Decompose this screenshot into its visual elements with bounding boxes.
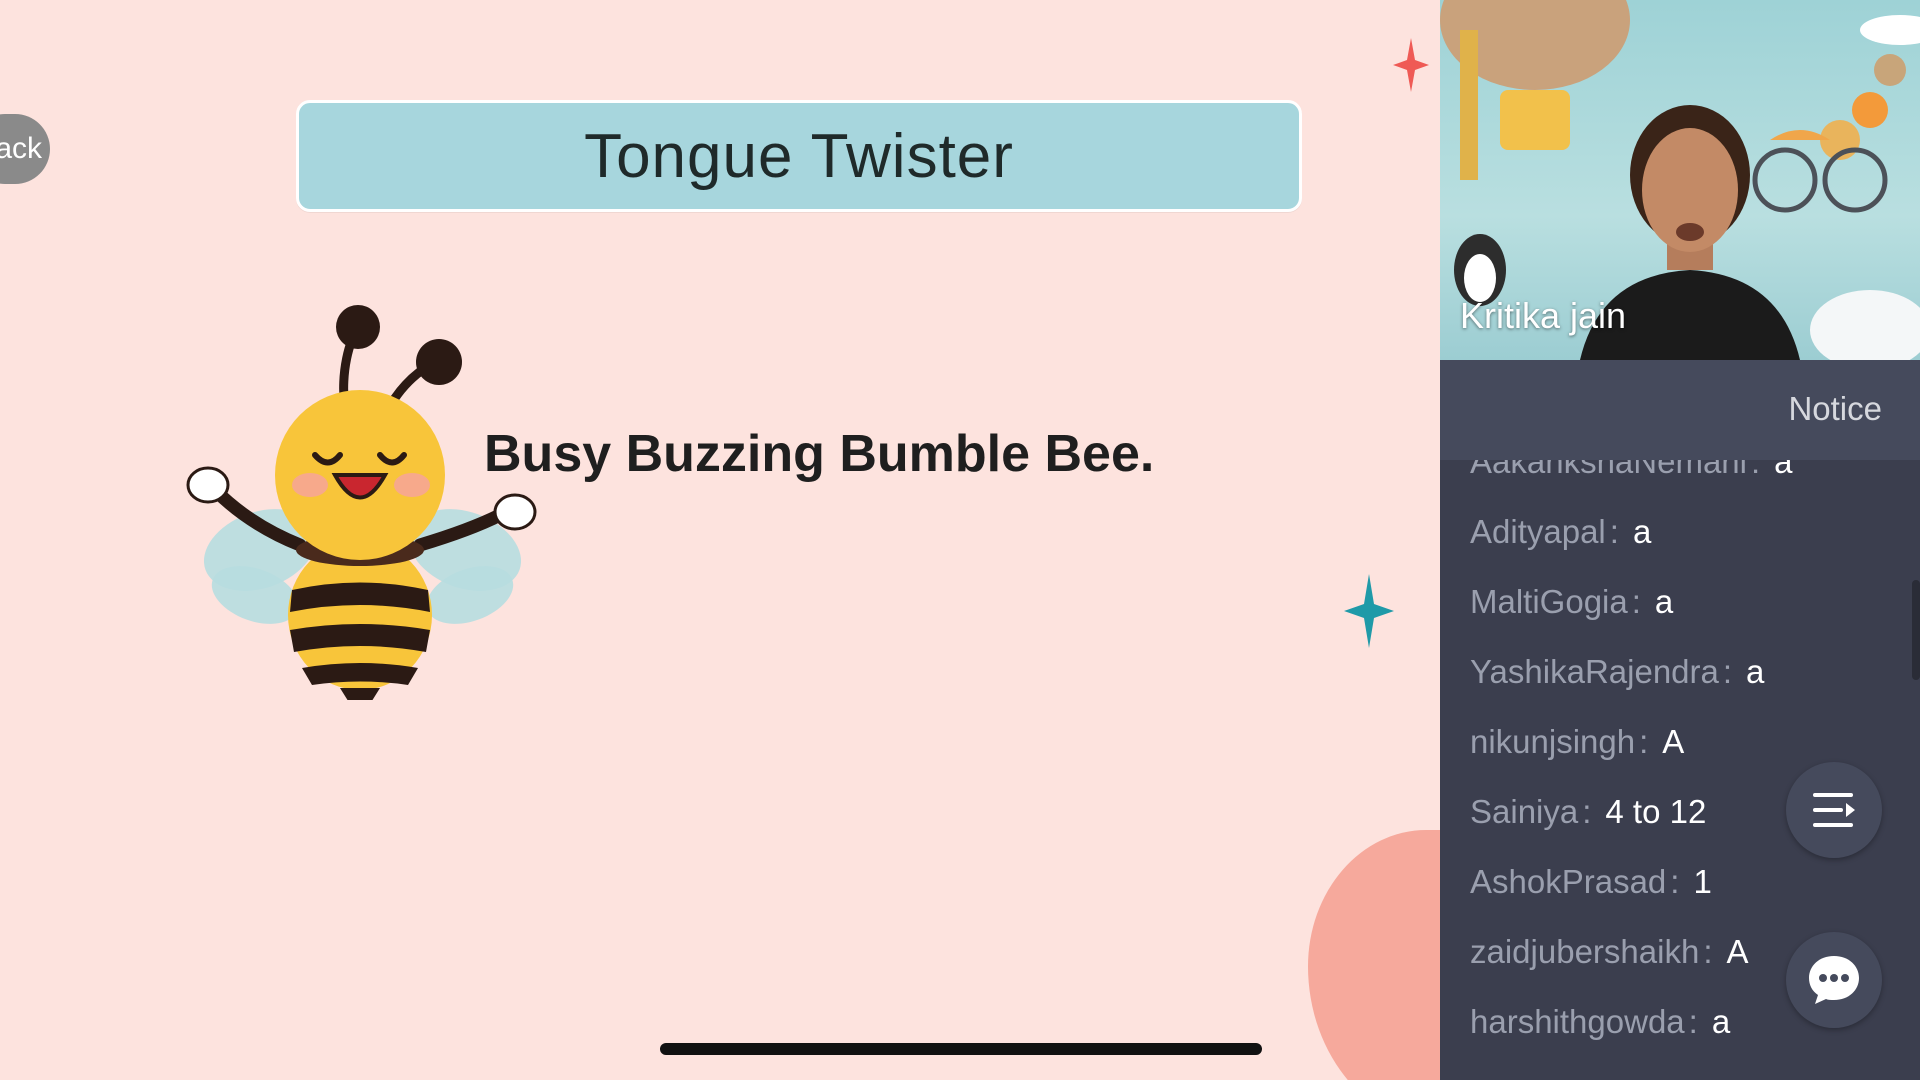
sparkle-icon	[1344, 574, 1394, 648]
teacher-video-tile[interactable]: Kritika jain	[1440, 0, 1920, 360]
chat-text: 1	[1693, 863, 1712, 900]
chat-separator: :	[1609, 513, 1619, 550]
chat-message: AakankshaNemani: a	[1470, 460, 1793, 497]
chat-username: zaidjubershaikh	[1470, 933, 1700, 970]
chat-message: MaltiGogia: a	[1470, 567, 1793, 637]
chat-message: Sainiya:4 to 12	[1470, 777, 1793, 847]
chat-username: AakankshaNemani	[1470, 460, 1747, 480]
chat-username: MaltiGogia	[1470, 583, 1628, 620]
notice-bar[interactable]: Notice	[1440, 360, 1920, 460]
chat-text: a	[1632, 513, 1652, 550]
chat-separator: :	[1688, 1003, 1698, 1040]
chat-username: AshokPrasad	[1470, 863, 1667, 900]
chat-text: a	[1774, 460, 1793, 480]
chat-username: YashikaRajendra	[1470, 653, 1719, 690]
chat-text: a	[1654, 583, 1674, 620]
chat-text: A	[1726, 933, 1749, 970]
side-panel: Kritika jain Notice AakankshaNemani: a Ad…	[1440, 0, 1920, 1080]
sparkle-icon	[1393, 38, 1429, 92]
home-indicator[interactable]	[660, 1043, 1262, 1055]
chat-username: nikunjsingh	[1470, 723, 1636, 760]
chat-bubble-icon	[1809, 956, 1859, 1004]
bumble-bee-illustration	[186, 305, 537, 700]
back-button[interactable]: ack	[0, 114, 50, 184]
chat-text: A	[1662, 723, 1685, 760]
chat-message: zaidjubershaikh: A	[1470, 917, 1793, 987]
chat-separator: :	[1582, 793, 1592, 830]
chat-message: harshithgowda: a	[1470, 987, 1793, 1057]
chat-username: Adityapal	[1470, 513, 1606, 550]
chat-message: nikunjsingh: A	[1470, 707, 1793, 777]
decorative-blob	[1308, 830, 1440, 1080]
notice-label: Notice	[1788, 390, 1882, 427]
chat-button[interactable]	[1786, 932, 1882, 1028]
slide-title: Tongue Twister	[584, 121, 1014, 191]
tongue-twister-text: Busy Buzzing Bumble Bee.	[484, 425, 1155, 483]
chat-username: Sainiya	[1470, 793, 1579, 830]
chat-text: a	[1711, 1003, 1731, 1040]
chat-message: Adityapal: a	[1470, 497, 1793, 567]
title-banner: Tongue Twister	[296, 100, 1302, 212]
chat-separator: :	[1670, 863, 1680, 900]
chat-text: 4 to 12	[1605, 793, 1707, 830]
chat-message: YashikaRajendra: a	[1470, 637, 1793, 707]
chat-separator: :	[1703, 933, 1713, 970]
menu-icon	[1813, 793, 1855, 827]
back-button-label: ack	[0, 132, 42, 165]
chat-username: harshithgowda	[1470, 1003, 1685, 1040]
chat-separator: :	[1631, 583, 1641, 620]
chat-text: a	[1746, 653, 1765, 690]
chat-separator: :	[1751, 460, 1761, 480]
participant-name: Kritika jain	[1460, 295, 1627, 336]
chat-scrollbar[interactable]	[1912, 580, 1920, 680]
chat-separator: :	[1722, 653, 1733, 690]
menu-button[interactable]	[1786, 762, 1882, 858]
chat-message: AshokPrasad:1	[1470, 847, 1793, 917]
chat-separator: :	[1639, 723, 1649, 760]
lesson-slide: ack Tongue Twister Busy Buzzing Bumble B…	[0, 0, 1440, 1080]
